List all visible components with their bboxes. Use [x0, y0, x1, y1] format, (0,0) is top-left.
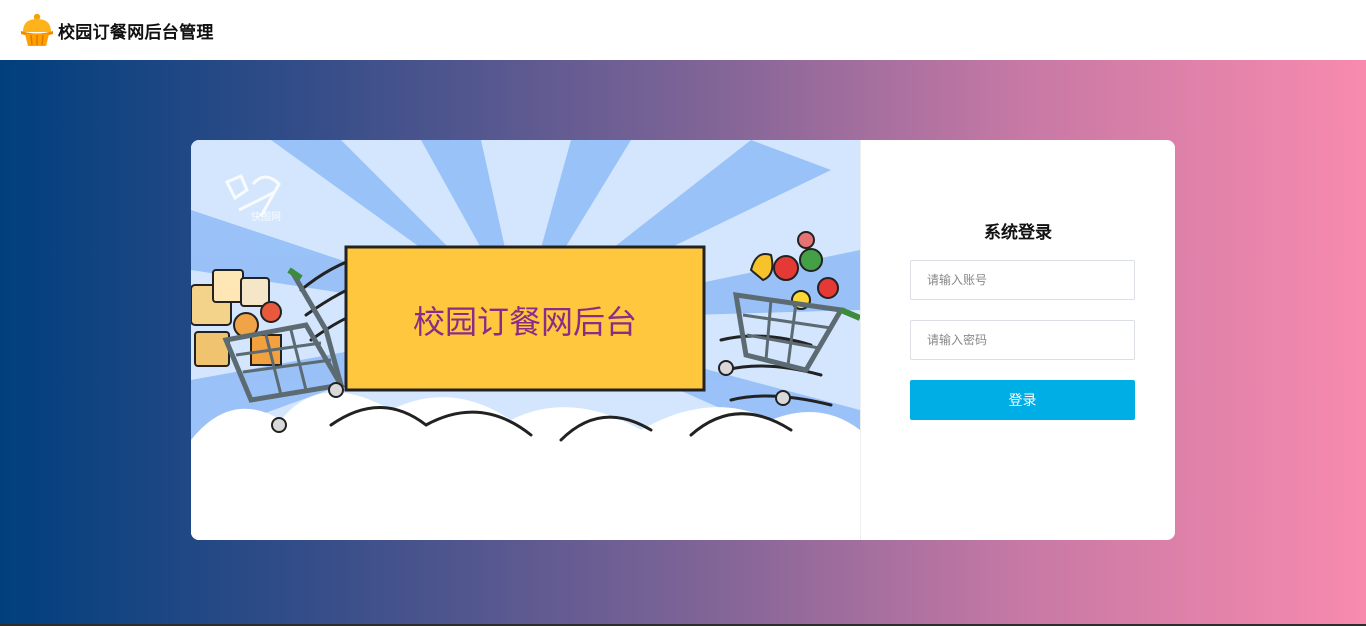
- hero-background: 快图网 校园订餐网后台 系统登录 请输入账号 登录: [0, 60, 1366, 626]
- login-button[interactable]: 登录: [910, 380, 1135, 420]
- password-input[interactable]: [910, 320, 1135, 360]
- account-input[interactable]: [910, 260, 1135, 300]
- login-panel: 系统登录 登录: [861, 140, 1175, 540]
- login-card: 快图网 校园订餐网后台 系统登录 请输入账号 登录: [191, 140, 1175, 540]
- login-title: 系统登录: [984, 223, 1052, 243]
- banner-title: 校园订餐网后台: [413, 303, 637, 341]
- banner-illustration: 快图网 校园订餐网后台: [191, 140, 860, 540]
- cupcake-icon: [21, 13, 53, 46]
- app-title: 校园订餐网后台管理: [58, 22, 214, 43]
- watermark-text: 快图网: [251, 211, 281, 223]
- top-bar: 校园订餐网后台管理: [0, 0, 1366, 60]
